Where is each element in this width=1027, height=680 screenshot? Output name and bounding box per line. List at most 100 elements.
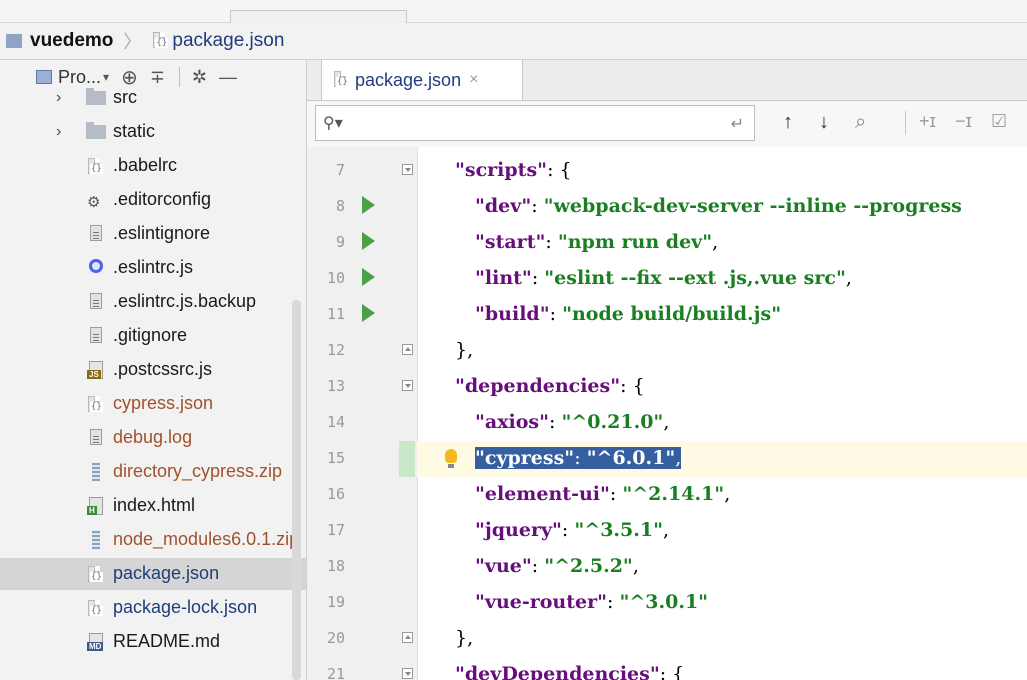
json-file-icon: {} — [86, 157, 106, 175]
tree-item-label: .gitignore — [113, 325, 188, 345]
editor-tab-bar: {} package.json × — [307, 60, 1027, 101]
json-key: "start" — [475, 231, 546, 253]
tree-item-editorconfig[interactable]: ⚙ .editorconfig — [0, 184, 306, 216]
tree-item-package-json[interactable]: {} package.json — [0, 558, 306, 590]
json-file-icon: {} — [332, 71, 350, 89]
breadcrumb-file[interactable]: package.json — [172, 30, 284, 52]
tree-item-package-lock-json[interactable]: {} package-lock.json — [0, 592, 306, 624]
tree-item-node-modules-zip[interactable]: node_modules6.0.1.zip — [0, 524, 306, 556]
code-text: "vue": "^2.5.2", — [475, 555, 639, 577]
lightbulb-icon[interactable] — [445, 449, 457, 468]
json-punctuation: : — [531, 555, 545, 577]
text-file-icon — [86, 293, 106, 311]
code-line[interactable]: 15 "cypress": "^6.0.1", — [307, 441, 1027, 477]
json-punctuation: : { — [620, 375, 645, 397]
find-all-icon[interactable]: ⌕ — [855, 111, 866, 134]
tree-item-eslintrc-backup[interactable]: .eslintrc.js.backup — [0, 286, 306, 318]
run-script-icon[interactable] — [362, 232, 375, 250]
code-line[interactable]: 11 "build": "node build/build.js" — [307, 297, 1027, 333]
code-line[interactable]: 17 "jquery": "^3.5.1", — [307, 513, 1027, 549]
fold-icon[interactable] — [402, 380, 413, 391]
code-line[interactable]: 19 "vue-router": "^3.0.1" — [307, 585, 1027, 621]
tree-item-label: directory_cypress.zip — [113, 461, 283, 481]
chevron-right-icon[interactable]: › — [56, 123, 61, 141]
unfold-end-icon[interactable] — [402, 344, 413, 355]
breadcrumb-project[interactable]: vuedemo — [30, 30, 113, 52]
close-icon[interactable]: × — [469, 71, 478, 89]
tree-item-directory-cypress-zip[interactable]: directory_cypress.zip — [0, 456, 306, 488]
project-panel-scrollbar[interactable] — [292, 300, 301, 680]
text-file-icon — [86, 225, 106, 243]
search-icon[interactable]: ⚲▾ — [323, 113, 343, 133]
json-file-icon: {} — [86, 565, 106, 583]
code-line[interactable]: 12}, — [307, 333, 1027, 369]
code-line[interactable]: 9 "start": "npm run dev", — [307, 225, 1027, 261]
code-line[interactable]: 13 "dependencies": { — [307, 369, 1027, 405]
run-script-icon[interactable] — [362, 196, 375, 214]
json-string: "^3.5.1" — [574, 519, 663, 541]
folder-icon — [86, 88, 106, 107]
find-bar: ⚲▾ ↵ ↑ ↓ ⌕ +ɪ −ɪ ☑ — [307, 101, 1027, 148]
search-field: ⚲▾ ↵ — [315, 105, 755, 141]
code-line[interactable]: 7 "scripts": { — [307, 153, 1027, 189]
tree-item-label: src — [113, 87, 137, 107]
code-line[interactable]: 20}, — [307, 621, 1027, 657]
run-script-icon[interactable] — [362, 304, 375, 322]
json-key: "cypress" — [475, 447, 575, 469]
unfold-end-icon[interactable] — [402, 632, 413, 643]
tree-item-index-html[interactable]: H index.html — [0, 490, 306, 522]
fold-icon[interactable] — [402, 668, 413, 679]
tree-item-label: node_modules6.0.1.zip — [113, 529, 300, 549]
tree-item-eslintignore[interactable]: .eslintignore — [0, 218, 306, 250]
select-all-occurrences-icon[interactable]: ☑ — [991, 111, 1007, 132]
code-text: "scripts": { — [455, 159, 572, 181]
tree-item-debug-log[interactable]: debug.log — [0, 422, 306, 454]
tree-item-postcssrc[interactable]: JS .postcssrc.js — [0, 354, 306, 386]
chevron-right-icon[interactable]: › — [56, 89, 61, 107]
json-punctuation: , — [675, 447, 682, 469]
code-line[interactable]: 8 "dev": "webpack-dev-server --inline --p… — [307, 189, 1027, 225]
line-number: 16 — [326, 485, 345, 503]
json-punctuation: : — [549, 411, 562, 433]
tree-item-src[interactable]: › src — [0, 82, 306, 114]
text-file-icon — [86, 429, 106, 447]
tab-label: package.json — [355, 69, 462, 90]
remove-selection-icon[interactable]: −ɪ — [955, 111, 972, 132]
tree-item-cypress-json[interactable]: {} cypress.json — [0, 388, 306, 420]
tree-item-babelrc[interactable]: {} .babelrc — [0, 150, 306, 182]
line-number: 17 — [326, 521, 345, 539]
tree-item-label: .eslintrc.js — [113, 257, 194, 277]
code-text: "devDependencies": { — [455, 663, 684, 680]
tree-item-label: debug.log — [113, 427, 193, 447]
tree-item-label: .eslintignore — [113, 223, 211, 243]
tree-item-label: cypress.json — [113, 393, 214, 413]
breadcrumb-chevron-icon: 〉 — [123, 32, 142, 52]
previous-occurrence-icon[interactable]: ↑ — [783, 111, 793, 134]
code-line[interactable]: 21 "devDependencies": { — [307, 657, 1027, 680]
tree-item-eslintrc-js[interactable]: .eslintrc.js — [0, 252, 306, 284]
tree-item-label: .editorconfig — [113, 189, 212, 209]
enter-icon: ↵ — [730, 116, 744, 133]
add-selection-icon[interactable]: +ɪ — [919, 111, 936, 132]
line-number: 11 — [326, 305, 345, 323]
zip-file-icon — [86, 463, 106, 481]
code-line[interactable]: 10 "lint": "eslint --fix --ext .js,.vue s… — [307, 261, 1027, 297]
code-editor[interactable]: 7 "scripts": {8 "dev": "webpack-dev-server… — [307, 147, 1027, 680]
json-string: "^0.21.0" — [561, 411, 664, 433]
next-occurrence-icon[interactable]: ↓ — [819, 111, 829, 134]
find-bar-divider — [905, 111, 906, 135]
fold-icon[interactable] — [402, 164, 413, 175]
code-line[interactable]: 18 "vue": "^2.5.2", — [307, 549, 1027, 585]
line-number: 10 — [326, 269, 345, 287]
run-script-icon[interactable] — [362, 268, 375, 286]
tab-package-json[interactable]: {} package.json × — [321, 60, 523, 100]
search-input[interactable] — [350, 112, 714, 136]
code-line[interactable]: 14 "axios": "^0.21.0", — [307, 405, 1027, 441]
json-key: "build" — [475, 303, 550, 325]
json-key: "vue-router" — [475, 591, 607, 613]
tree-item-static[interactable]: › static — [0, 116, 306, 148]
project-panel: Pro... ▾ ⊕ ∓ ✲ — › src › static {} .babe… — [0, 60, 307, 680]
code-line[interactable]: 16 "element-ui": "^2.14.1", — [307, 477, 1027, 513]
tree-item-readme[interactable]: MD README.md — [0, 626, 306, 658]
tree-item-gitignore[interactable]: .gitignore — [0, 320, 306, 352]
